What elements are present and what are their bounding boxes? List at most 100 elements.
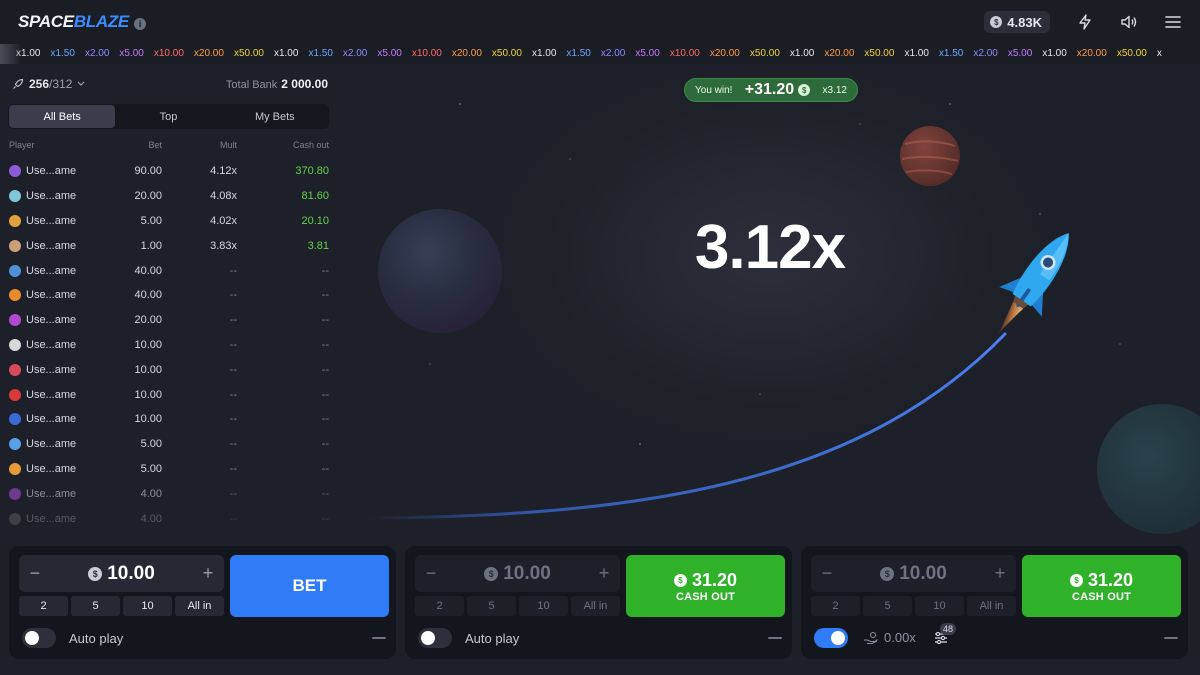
player-name: Use...ame [26,413,77,426]
quick-amounts: 2 5 10 All in [811,596,1016,616]
auto-play-toggle[interactable] [22,628,56,648]
cash-out-button[interactable]: $31.20 CASH OUT [626,555,785,617]
history-multiplier: x20.00 [451,48,482,59]
tab-top[interactable]: Top [115,105,221,128]
collapse-icon[interactable] [372,637,386,639]
history-multiplier: x5.00 [635,48,660,59]
auto-play-toggle[interactable] [418,628,452,648]
bet-cell: 5.00 [140,214,162,227]
cashout-cell: -- [321,462,329,475]
lightning-icon[interactable] [1076,13,1094,31]
history-multiplier: x5.00 [1007,48,1033,59]
header-mult: Mult [219,140,237,150]
quick-amount-5[interactable]: 5 [71,596,120,616]
bet-amount-input[interactable]: − $10.00 + [415,555,620,592]
increase-button[interactable]: + [984,563,1016,584]
bets-table: Use...ame 90.00 4.12x 370.80 Use...ame 20.00 4… [9,159,329,531]
player-name: Use...ame [26,388,77,401]
auto-play-toggle[interactable] [814,628,848,648]
player-cell: Use...ame [9,289,109,302]
bet-button[interactable]: BET [230,555,389,617]
history-multiplier: x2.00 [84,48,110,59]
quick-amount-10[interactable]: 10 [123,596,172,616]
toggle-knob [25,631,39,645]
quick-amount-10[interactable]: 10 [519,596,568,616]
avatar [9,512,21,525]
tab-all-bets[interactable]: All Bets [9,105,116,128]
increase-button[interactable]: + [192,563,224,584]
bet-cell: 10.00 [134,338,162,351]
quick-amount-2[interactable]: 2 [811,596,860,616]
decrease-button[interactable]: − [811,563,843,584]
collapse-icon[interactable] [768,637,782,639]
balance-badge[interactable]: $ 4.83K [984,11,1050,33]
cashout-cell: 3.81 [307,239,329,252]
history-multiplier: x20.00 [1076,48,1107,59]
player-cell: Use...ame [9,314,109,327]
history-items: x1.00 x1.50 x2.00 x5.00 x10.00 x20.00 x50.00 x1… [0,48,1162,59]
history-multiplier: x50.00 [491,48,522,59]
player-cell: Use...ame [9,413,109,426]
table-row: Use...ame 4.00 -- -- [9,481,329,506]
cash-out-button[interactable]: $31.20 CASH OUT [1022,555,1181,617]
history-multiplier: x50.00 [749,48,780,59]
avatar [9,462,21,475]
quick-amount-5[interactable]: 5 [863,596,912,616]
menu-icon[interactable] [1164,13,1182,31]
quick-amounts: 2 5 10 All in [19,596,224,616]
players-count[interactable]: 256/312 [12,77,85,91]
planet-left [378,209,502,333]
rocket-icon [998,233,1069,333]
bet-cell: 40.00 [134,264,162,277]
mult-cell: 4.12x [210,165,237,178]
history-multiplier: x5.00 [119,48,144,59]
quick-amount-2[interactable]: 2 [19,596,68,616]
player-name: Use...ame [26,462,77,475]
info-icon[interactable]: i [133,18,146,30]
bets-tabs: All Bets Top My Bets [8,104,329,129]
sound-icon[interactable] [1120,13,1138,31]
player-name: Use...ame [26,363,77,376]
cashout-cell: 20.10 [301,214,329,227]
cash-out-label: CASH OUT [1071,590,1132,603]
quick-amount-5[interactable]: 5 [467,596,516,616]
quick-amount-2[interactable]: 2 [415,596,464,616]
mult-cell: 4.08x [210,190,237,203]
bet-amount-input[interactable]: − $10.00 + [19,555,224,592]
decrease-button[interactable]: − [415,563,447,584]
win-notification: You win! +31.20 $ x3.12 [684,78,858,102]
history-multiplier: x10.00 [411,48,442,59]
auto-cashout-setting[interactable]: 0.00x [863,630,916,645]
history-multiplier: x1.50 [566,48,591,59]
avatar [9,289,21,302]
history-multiplier: x1.50 [308,48,333,59]
quick-amount-all-in[interactable]: All in [175,596,224,616]
quick-amount-10[interactable]: 10 [915,596,964,616]
bet-cell: 5.00 [140,462,162,475]
tab-my-bets[interactable]: My Bets [222,105,328,128]
bank-label: Total Bank [225,79,278,91]
player-name: Use...ame [26,289,77,302]
avatar [9,363,21,376]
mult-cell: -- [229,289,237,302]
player-name: Use...ame [26,190,77,203]
quick-amount-all-in[interactable]: All in [967,596,1016,616]
history-multiplier: x20.00 [709,48,740,59]
logo[interactable]: SPACEBLAZE i [18,12,146,32]
increase-button[interactable]: + [588,563,620,584]
bet-amount-input[interactable]: − $10.00 + [811,555,1016,592]
cashout-cell: -- [321,264,329,277]
history-multiplier: x1.50 [938,48,964,59]
bet-cell: 90.00 [134,165,162,178]
avatar [9,413,21,426]
quick-amount-all-in[interactable]: All in [571,596,620,616]
bet-amount-value: 10.00 [107,562,155,584]
cashout-cell: 81.60 [301,190,329,203]
collapse-icon[interactable] [1164,637,1178,639]
decrease-button[interactable]: − [19,563,51,584]
avatar [9,239,21,252]
bet-cell: 20.00 [134,314,162,327]
history-multiplier: x1.00 [1042,48,1067,59]
table-row: Use...ame 10.00 -- -- [9,333,329,358]
history-multiplier: x5.00 [377,48,402,59]
